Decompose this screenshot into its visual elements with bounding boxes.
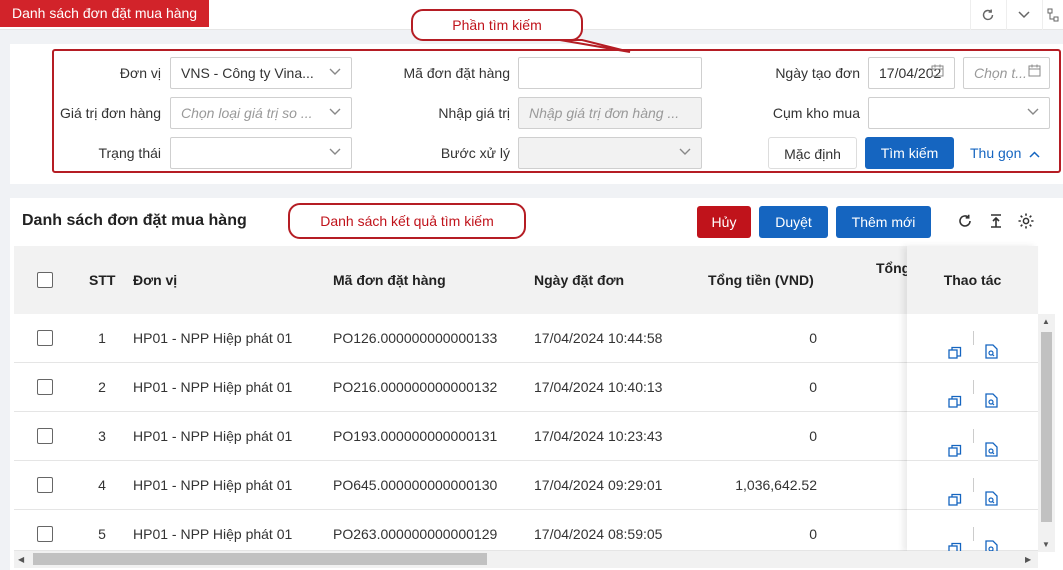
table-row[interactable]: 5 HP01 - NPP Hiệp phát 01 PO263.00000000… bbox=[14, 510, 1038, 555]
gear-icon[interactable] bbox=[1015, 210, 1037, 232]
cell-tong-tien: 0 bbox=[809, 379, 817, 395]
scroll-left-arrow[interactable]: ◀ bbox=[18, 555, 24, 564]
row-checkbox[interactable] bbox=[37, 379, 53, 395]
select-all-checkbox[interactable] bbox=[37, 272, 53, 288]
cell-don-vi: HP01 - NPP Hiệp phát 01 bbox=[133, 379, 293, 395]
row-checkbox[interactable] bbox=[37, 477, 53, 493]
export-icon[interactable] bbox=[985, 210, 1007, 232]
action-divider bbox=[973, 331, 974, 345]
cell-ngay-dat: 17/04/2024 10:44:58 bbox=[534, 330, 663, 346]
cell-actions bbox=[907, 412, 1038, 460]
col-ma-don[interactable]: Mã đơn đặt hàng bbox=[333, 246, 446, 314]
cell-don-vi: HP01 - NPP Hiệp phát 01 bbox=[133, 428, 293, 444]
cell-ma-don: PO645.000000000000130 bbox=[333, 477, 498, 493]
table-header: STT Đơn vị Mã đơn đặt hàng Ngày đặt đơn … bbox=[14, 246, 1038, 314]
action-divider bbox=[973, 380, 974, 394]
results-callout: Danh sách kết quả tìm kiếm bbox=[288, 203, 526, 239]
cell-actions bbox=[907, 461, 1038, 509]
col-stt[interactable]: STT bbox=[89, 246, 115, 314]
table-row[interactable]: 4 HP01 - NPP Hiệp phát 01 PO645.00000000… bbox=[14, 461, 1038, 510]
cell-stt: 4 bbox=[98, 477, 106, 493]
scroll-down-arrow[interactable]: ▼ bbox=[1042, 540, 1050, 549]
cell-ngay-dat: 17/04/2024 10:23:43 bbox=[534, 428, 663, 444]
cell-tong-tien: 1,036,642.52 bbox=[735, 477, 817, 493]
vertical-scroll-thumb[interactable] bbox=[1041, 332, 1052, 522]
scroll-up-arrow[interactable]: ▲ bbox=[1042, 317, 1050, 326]
horizontal-scroll-thumb[interactable] bbox=[33, 553, 487, 565]
col-thao-tac: Thao tác bbox=[907, 246, 1038, 314]
table-row[interactable]: 3 HP01 - NPP Hiệp phát 01 PO193.00000000… bbox=[14, 412, 1038, 461]
row-checkbox[interactable] bbox=[37, 526, 53, 542]
cell-tong-tien: 0 bbox=[809, 330, 817, 346]
scroll-right-arrow[interactable]: ▶ bbox=[1025, 555, 1031, 564]
cell-actions bbox=[907, 363, 1038, 411]
cell-ngay-dat: 17/04/2024 10:40:13 bbox=[534, 379, 663, 395]
cell-don-vi: HP01 - NPP Hiệp phát 01 bbox=[133, 330, 293, 346]
cell-ma-don: PO193.000000000000131 bbox=[333, 428, 498, 444]
table-row[interactable]: 2 HP01 - NPP Hiệp phát 01 PO216.00000000… bbox=[14, 363, 1038, 412]
cell-stt: 3 bbox=[98, 428, 106, 444]
cell-actions bbox=[907, 314, 1038, 362]
cell-ma-don: PO126.000000000000133 bbox=[333, 330, 498, 346]
row-checkbox[interactable] bbox=[37, 330, 53, 346]
refresh-icon[interactable] bbox=[954, 210, 976, 232]
cell-tong-tien: 0 bbox=[809, 428, 817, 444]
col-tong-partial[interactable]: Tổng bbox=[876, 246, 910, 314]
table-row[interactable]: 1 HP01 - NPP Hiệp phát 01 PO126.00000000… bbox=[14, 314, 1038, 363]
action-divider bbox=[973, 527, 974, 541]
row-checkbox[interactable] bbox=[37, 428, 53, 444]
search-callout: Phần tìm kiếm bbox=[411, 9, 583, 41]
cell-don-vi: HP01 - NPP Hiệp phát 01 bbox=[133, 477, 293, 493]
cell-actions bbox=[907, 510, 1038, 555]
action-divider bbox=[973, 478, 974, 492]
cell-ma-don: PO216.000000000000132 bbox=[333, 379, 498, 395]
col-don-vi[interactable]: Đơn vị bbox=[133, 246, 177, 314]
add-new-button[interactable]: Thêm mới bbox=[836, 206, 931, 238]
col-ngay-dat[interactable]: Ngày đặt đơn bbox=[534, 246, 624, 314]
approve-button[interactable]: Duyệt bbox=[759, 206, 828, 238]
cell-ngay-dat: 17/04/2024 09:29:01 bbox=[534, 477, 663, 493]
cell-stt: 2 bbox=[98, 379, 106, 395]
col-tong-tien[interactable]: Tổng tiền (VND) bbox=[708, 246, 814, 314]
cancel-button[interactable]: Hủy bbox=[697, 206, 751, 238]
action-divider bbox=[973, 429, 974, 443]
cell-stt: 1 bbox=[98, 330, 106, 346]
results-title: Danh sách đơn đặt mua hàng bbox=[22, 212, 247, 229]
